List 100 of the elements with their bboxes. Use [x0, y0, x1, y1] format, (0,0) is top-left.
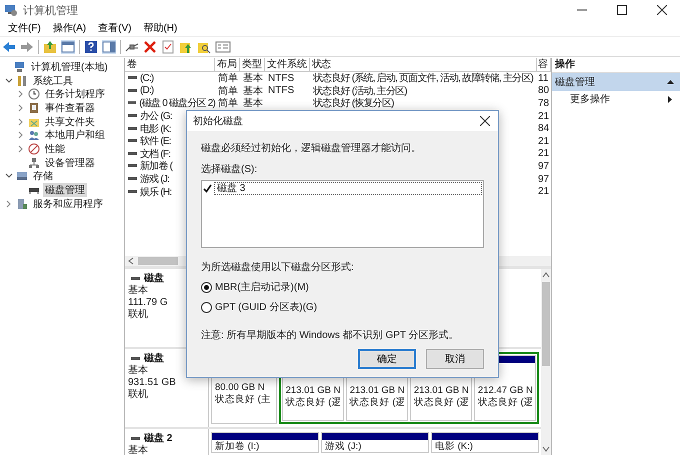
column-header[interactable]: 类型 — [240, 58, 265, 71]
table-cell-text: 新加卷 ( — [140, 160, 172, 174]
collapse-triangle-icon[interactable] — [667, 80, 674, 84]
disk-type: 基本 — [128, 445, 148, 455]
table-cell-text: 办公 (G: — [140, 110, 172, 124]
chevron-right-icon[interactable] — [18, 104, 24, 112]
partition-block[interactable]: 新加卷 (I:) — [211, 432, 319, 453]
table-cell-text: 文档 (F: — [140, 148, 170, 160]
disk-size: 931.51 GB — [128, 377, 176, 388]
table-cell: 78 — [538, 98, 550, 109]
folder-up-icon[interactable] — [43, 40, 57, 54]
back-arrow-icon[interactable] — [2, 40, 16, 52]
column-header[interactable]: 文件系统 — [265, 58, 310, 71]
table-cell-text: 娱乐 (H: — [140, 186, 172, 199]
vertical-scrollbar[interactable] — [541, 269, 551, 455]
partition-status: 状态良好 (逻 — [476, 397, 535, 409]
table-cell-text: 电影 (K: — [140, 122, 171, 136]
partition-status: 状态良好 (逻 — [284, 397, 342, 409]
scrollbar-thumb[interactable] — [138, 257, 178, 265]
device-icon — [28, 156, 40, 169]
chevron-down-icon[interactable] — [5, 173, 13, 180]
radio-button[interactable] — [201, 302, 212, 312]
tree-item[interactable]: 本地用户和组 — [43, 128, 107, 142]
disk-type: 基本 — [128, 285, 148, 297]
column-header[interactable]: 容 — [537, 58, 551, 71]
forward-arrow-icon[interactable] — [20, 40, 34, 52]
dialog-button[interactable]: 确定 — [358, 349, 416, 369]
table-cell: 状态良好 (活动, 主分区) — [313, 86, 407, 97]
menu-item[interactable]: 文件(F) — [2, 20, 47, 36]
table-cell: 21 — [538, 136, 550, 147]
dialog-button[interactable]: 取消 — [426, 349, 484, 369]
scroll-left-icon[interactable] — [128, 257, 134, 265]
tree-item[interactable]: 共享文件夹 — [43, 114, 97, 129]
scroll-down-icon[interactable] — [542, 446, 550, 452]
radio-button[interactable] — [201, 282, 212, 292]
checklist-icon[interactable] — [161, 40, 175, 54]
delete-icon[interactable] — [143, 40, 157, 54]
list-item[interactable]: 磁盘 3 — [214, 182, 482, 195]
chevron-right-icon[interactable] — [6, 200, 12, 208]
table-cell: 84 — [538, 123, 550, 134]
close-icon[interactable] — [657, 5, 667, 15]
radio-label[interactable]: GPT (GUID 分区表)(G) — [215, 300, 318, 314]
chevron-right-icon[interactable] — [18, 144, 24, 153]
table-cell: 97 — [538, 174, 550, 185]
chevron-down-icon[interactable] — [5, 78, 13, 84]
table-cell-text: 游戏 (J: — [140, 172, 170, 186]
properties-icon[interactable] — [215, 40, 231, 54]
table-cell-text: 软件 (E: — [140, 135, 171, 148]
disk-label: 磁盘 2 — [144, 433, 172, 444]
tree-item[interactable]: 存储 — [31, 169, 55, 184]
chevron-right-icon[interactable] — [18, 131, 24, 140]
users-icon — [28, 129, 40, 142]
checkbox[interactable] — [203, 184, 212, 193]
table-cell: 基本 — [243, 86, 263, 97]
menu-item[interactable]: 查看(V) — [92, 20, 138, 36]
column-header[interactable]: 布局 — [215, 58, 240, 71]
disk-list[interactable]: 磁盘 3 — [201, 180, 484, 248]
pane-icon[interactable] — [102, 40, 116, 54]
tree-item[interactable]: 任务计划程序 — [43, 87, 107, 102]
scroll-up-icon[interactable] — [542, 272, 550, 278]
menu-item[interactable]: 帮助(H) — [137, 20, 184, 36]
tree-item[interactable]: 计算机管理(本地) — [29, 60, 110, 74]
clock-icon — [28, 88, 40, 100]
partition-status: 状态良好 (主 — [214, 394, 272, 406]
partition-block[interactable]: 电影 (K:) — [431, 432, 539, 453]
partition-status: 状态良好 (逻 — [348, 397, 407, 409]
column-header[interactable]: 卷 — [125, 58, 215, 71]
tree-item[interactable]: 磁盘管理 — [43, 183, 87, 198]
table-cell: 状态良好 (系统, 启动, 页面文件, 活动, 故障转储, 主分区) — [313, 73, 534, 84]
table-cell: 21 — [538, 186, 550, 198]
table-cell-text: (磁盘 0 磁盘分区 2) — [139, 97, 215, 110]
help-icon[interactable] — [84, 40, 98, 54]
disk-label: 磁盘 — [144, 353, 164, 364]
maximize-icon[interactable] — [617, 5, 627, 15]
action-link[interactable]: 更多操作 — [570, 92, 610, 106]
computer-icon — [14, 60, 26, 73]
scrollbar-thumb[interactable] — [542, 282, 550, 366]
close-icon[interactable] — [480, 116, 490, 126]
partition-label: 游戏 (J:) — [324, 441, 362, 453]
menu-item[interactable]: 操作(A) — [46, 20, 92, 36]
table-cell: (D:) — [140, 85, 154, 96]
column-header[interactable]: 状态 — [310, 58, 537, 71]
actions-section[interactable]: 磁盘管理 — [552, 73, 680, 91]
table-cell: NTFS — [268, 72, 294, 84]
pane-icon[interactable] — [61, 40, 75, 54]
disk-size: 111.79 G — [128, 297, 168, 308]
table-cell: 21 — [538, 148, 550, 160]
log-icon — [28, 102, 40, 114]
radio-label[interactable]: MBR(主启动记录)(M) — [215, 280, 309, 294]
tree-item[interactable]: 性能 — [43, 142, 67, 156]
tree-item[interactable]: 服务和应用程序 — [31, 196, 105, 211]
chevron-right-icon[interactable] — [18, 90, 24, 98]
tree-item[interactable]: 系统工具 — [31, 74, 75, 88]
tree-item[interactable]: 事件查看器 — [43, 100, 97, 115]
chevron-right-icon[interactable] — [18, 118, 24, 126]
tree-item[interactable]: 设备管理器 — [43, 156, 97, 170]
partition-block[interactable]: 游戏 (J:) — [321, 432, 429, 453]
disk-status: 联机 — [128, 389, 148, 401]
partition-size: 80.00 GB N — [214, 382, 266, 394]
table-cell: 80 — [538, 85, 550, 96]
